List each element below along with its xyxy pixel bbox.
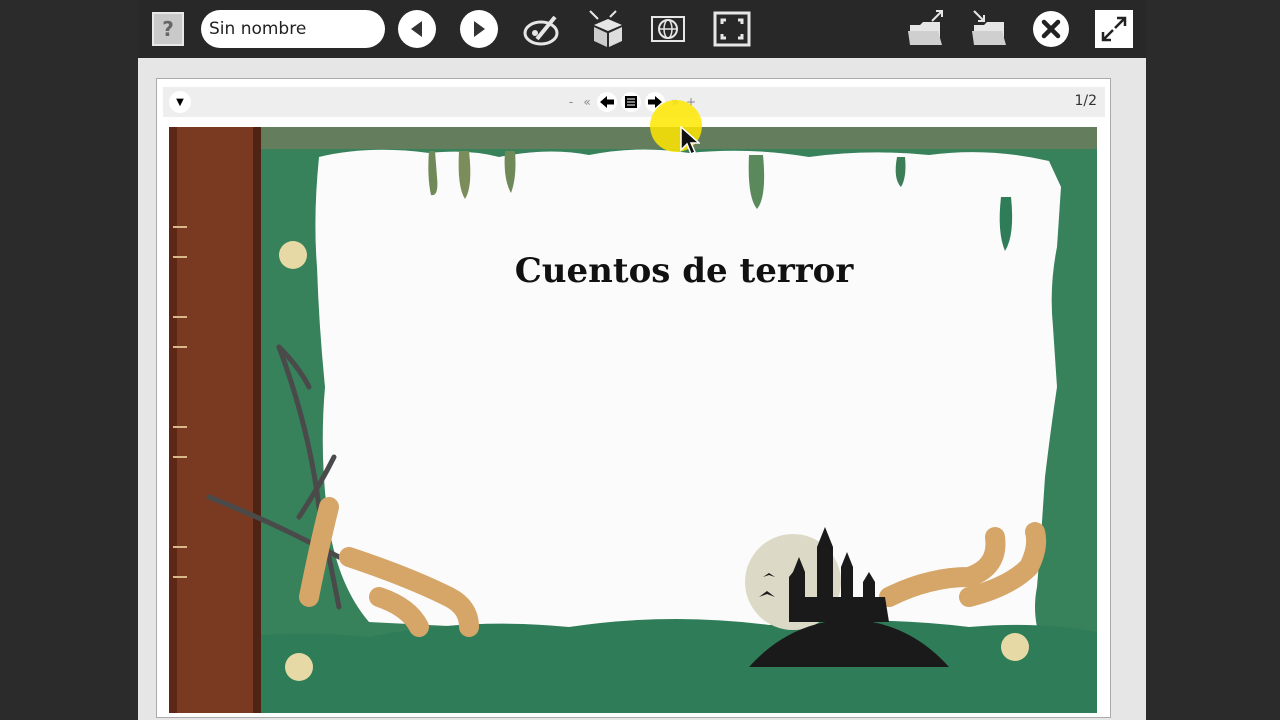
back-icon bbox=[411, 21, 422, 37]
chevron-down-icon: ▼ bbox=[176, 96, 184, 108]
mouse-pointer-icon bbox=[680, 126, 700, 156]
help-label: ? bbox=[162, 17, 174, 41]
slide-viewer: ▼ - « » + 1/2 bbox=[156, 78, 1111, 718]
open-button[interactable] bbox=[906, 9, 946, 49]
folder-open-icon bbox=[908, 10, 943, 45]
canvas-area: ▼ - « » + 1/2 bbox=[138, 58, 1146, 720]
slide-canvas[interactable]: Cuentos de terror bbox=[169, 127, 1097, 713]
forward-button[interactable] bbox=[459, 9, 499, 49]
share-button[interactable] bbox=[648, 9, 688, 49]
import-box-button[interactable] bbox=[586, 9, 626, 49]
close-icon bbox=[1033, 11, 1069, 47]
list-icon bbox=[625, 96, 637, 108]
box-icon bbox=[589, 10, 622, 47]
main-toolbar: ? bbox=[138, 0, 1146, 58]
close-button[interactable] bbox=[1031, 9, 1071, 49]
horror-frame-illustration bbox=[169, 127, 1097, 713]
slide-list-button[interactable] bbox=[621, 92, 641, 112]
help-button[interactable]: ? bbox=[152, 12, 184, 46]
slide-title: Cuentos de terror bbox=[514, 251, 854, 291]
paint-button[interactable] bbox=[523, 9, 563, 49]
arrow-left-icon bbox=[600, 96, 614, 108]
activity-name-field[interactable] bbox=[201, 10, 385, 48]
zoom-out-button[interactable]: - bbox=[565, 95, 577, 109]
fullscreen-icon bbox=[713, 11, 751, 47]
first-slide-button[interactable]: « bbox=[581, 95, 593, 109]
expand-icon bbox=[1095, 10, 1133, 48]
back-button[interactable] bbox=[397, 9, 437, 49]
forward-icon bbox=[474, 21, 485, 37]
save-button[interactable] bbox=[968, 9, 1008, 49]
fullscreen-button[interactable] bbox=[712, 9, 752, 49]
globe-icon bbox=[651, 16, 685, 42]
folder-save-icon bbox=[972, 10, 1006, 45]
paint-icon bbox=[523, 15, 559, 46]
page-indicator: 1/2 bbox=[1074, 93, 1097, 109]
prev-slide-button[interactable] bbox=[597, 92, 617, 112]
viewer-toolbar: ▼ - « » + 1/2 bbox=[163, 87, 1105, 117]
expand-button[interactable] bbox=[1094, 9, 1134, 49]
viewer-menu-button[interactable]: ▼ bbox=[169, 91, 191, 113]
